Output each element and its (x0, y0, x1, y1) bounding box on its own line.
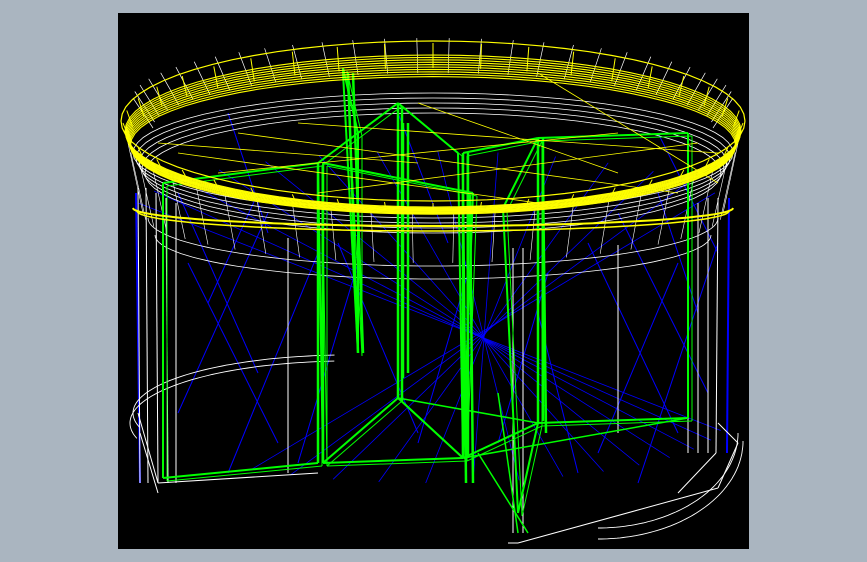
wing-edge-inner (326, 400, 403, 467)
canopy-strut (139, 84, 160, 117)
floor-arc-right (598, 441, 744, 540)
drum-ring-upper (135, 97, 731, 219)
glass-edge (177, 212, 269, 414)
fascia-strut (452, 212, 455, 263)
canopy-strut (706, 84, 727, 117)
canopy-brace (157, 142, 419, 164)
frame-post (145, 187, 149, 484)
threshold-edge (139, 432, 159, 494)
wing-rail (462, 417, 689, 459)
floor-arc-right (598, 433, 739, 529)
fascia-strut (370, 211, 375, 263)
wing-edge-inner (166, 465, 323, 482)
canopy-brace (417, 102, 619, 174)
glass-edge (397, 112, 449, 244)
glass-edge (154, 190, 712, 441)
drum-ring-inner (154, 234, 712, 280)
canopy-ring-edges (120, 40, 746, 232)
right-jamb (726, 197, 730, 454)
floor-arc-left (129, 360, 335, 439)
door-wing-edges (162, 67, 693, 534)
wing-edge (462, 422, 539, 459)
threshold-edge (677, 452, 717, 494)
wing-edge (517, 422, 539, 514)
canopy-brace (217, 132, 619, 174)
wing-edge-inner (401, 400, 468, 462)
wireframe-model (120, 38, 746, 544)
wing-edge (502, 207, 519, 514)
fascia-strut (491, 211, 496, 263)
canopy-brace (317, 142, 699, 194)
wing-edge (397, 397, 464, 459)
fascia-strut (529, 208, 536, 261)
threshold-edge (517, 487, 719, 544)
wing-edge-inner (521, 425, 543, 517)
fascia-strut (292, 205, 300, 258)
wing-stile (468, 194, 475, 484)
frame-edges (127, 38, 744, 544)
frame-post (715, 197, 719, 454)
glass-edge (207, 192, 259, 304)
glass-diagonal-edges (135, 112, 730, 484)
fascia-strut (411, 212, 414, 263)
wing-edge (462, 137, 539, 154)
cad-viewport[interactable] (118, 13, 749, 549)
wing-edge (162, 462, 319, 479)
frame-post (155, 192, 159, 484)
fascia-strut (172, 179, 186, 240)
glass-edge (637, 242, 719, 484)
glass-edge (597, 262, 679, 454)
glass-edge (297, 262, 359, 464)
